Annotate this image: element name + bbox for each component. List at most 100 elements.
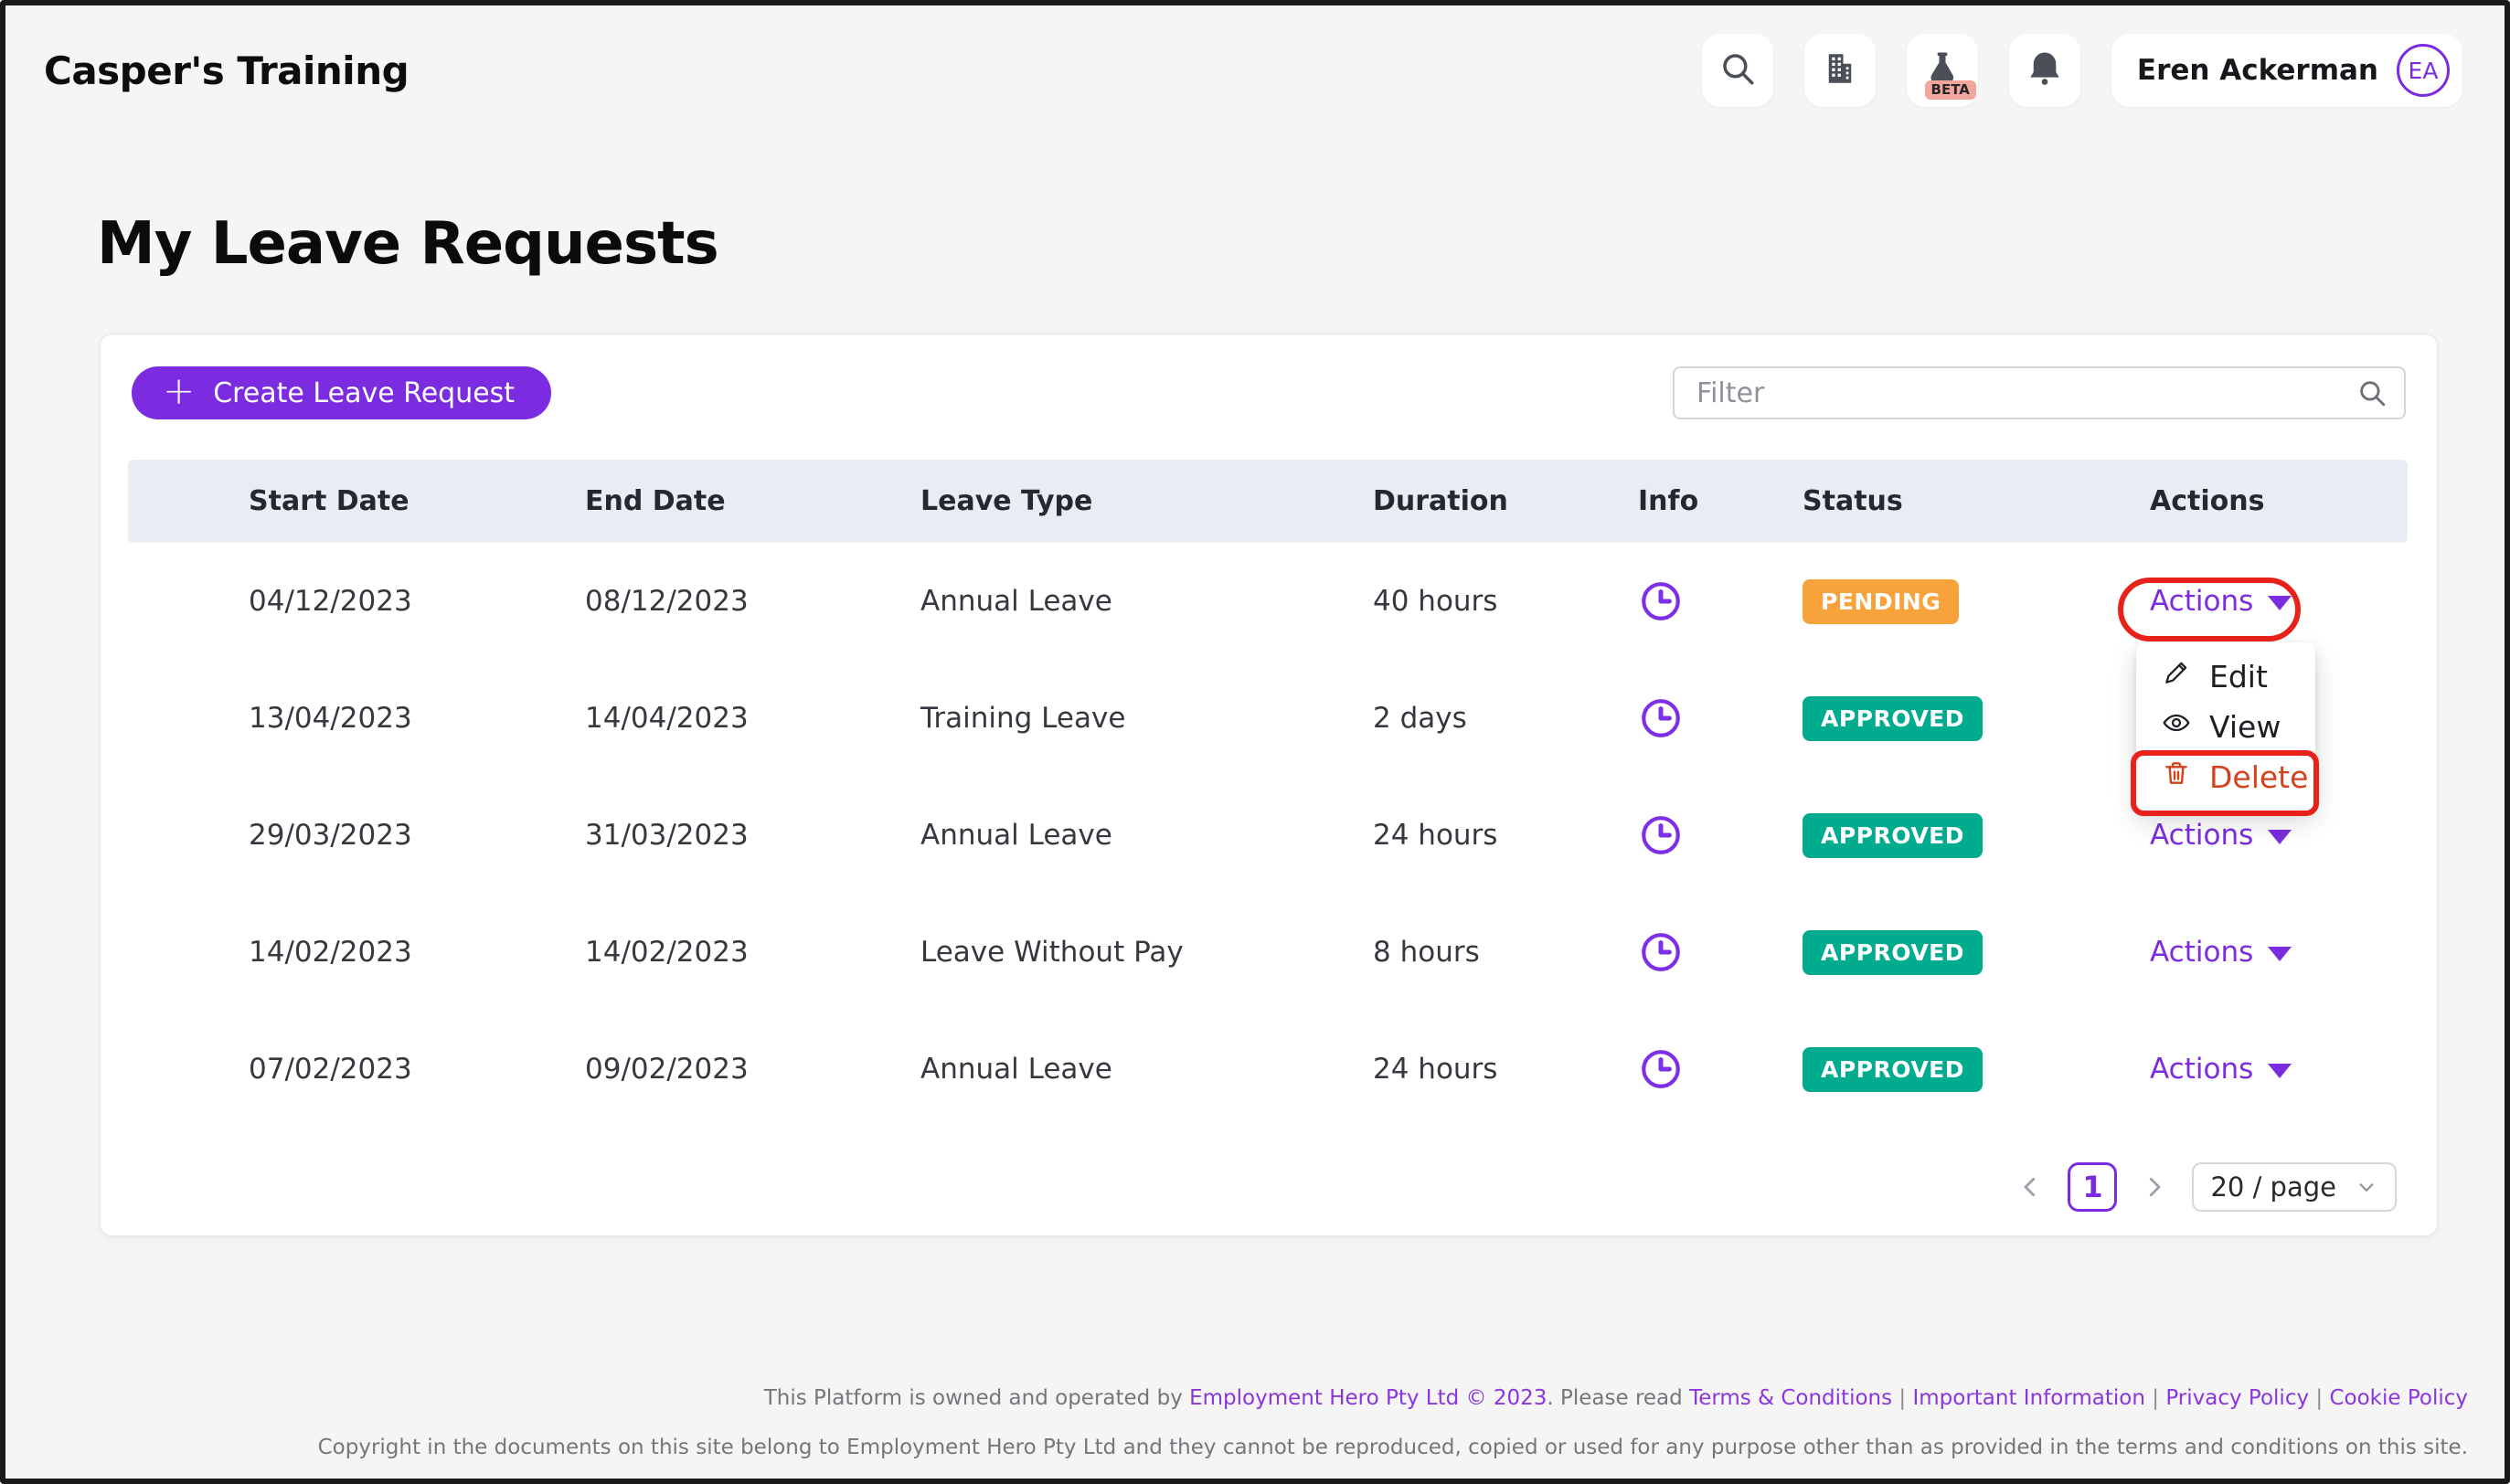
menu-item-label: View [2209, 709, 2281, 745]
column-header-actions: Actions [2150, 485, 2408, 517]
status-badge: APPROVED [1803, 813, 1983, 858]
top-bar: Casper's Training [44, 33, 2462, 108]
plus-icon: + [163, 372, 195, 410]
footer-link-company[interactable]: Employment Hero Pty Ltd © 2023 [1189, 1386, 1547, 1410]
footer-text: This Platform is owned and operated by [764, 1386, 1189, 1410]
menu-item-delete[interactable]: Delete [2136, 752, 2315, 801]
actions-label: Actions [2150, 936, 2253, 969]
chevron-down-icon [2268, 830, 2292, 844]
user-menu[interactable]: Eren Ackerman EA [2111, 34, 2462, 107]
table-row: 07/02/2023 09/02/2023 Annual Leave 24 ho… [128, 1011, 2408, 1128]
current-page-button[interactable]: 1 [2068, 1162, 2117, 1212]
status-badge: APPROVED [1803, 1047, 1983, 1092]
clock-info-icon[interactable] [1638, 812, 1803, 858]
building-icon [1821, 49, 1859, 91]
beta-badge: BETA [1925, 80, 1976, 100]
clock-info-icon[interactable] [1638, 695, 1803, 741]
status-badge: APPROVED [1803, 930, 1983, 975]
footer-separator: | [2309, 1386, 2329, 1410]
column-header-info: Info [1638, 485, 1803, 517]
cell-start-date: 04/12/2023 [249, 585, 585, 618]
footer-line-1: This Platform is owned and operated by E… [764, 1386, 2468, 1410]
clock-info-icon[interactable] [1638, 578, 1803, 624]
cell-duration: 24 hours [1373, 819, 1638, 852]
cell-leave-type: Annual Leave [920, 1053, 1373, 1086]
cell-end-date: 09/02/2023 [585, 1053, 920, 1086]
footer-separator: | [2145, 1386, 2165, 1410]
actions-dropdown-trigger[interactable]: Actions [2150, 585, 2292, 618]
cell-end-date: 14/02/2023 [585, 936, 920, 969]
cell-duration: 24 hours [1373, 1053, 1638, 1086]
column-header-end-date: End Date [585, 485, 920, 517]
cell-start-date: 13/04/2023 [249, 702, 585, 735]
chevron-down-icon [2268, 947, 2292, 961]
cell-duration: 40 hours [1373, 585, 1638, 618]
cell-start-date: 07/02/2023 [249, 1053, 585, 1086]
eye-icon [2162, 708, 2191, 745]
column-header-start-date: Start Date [249, 485, 585, 517]
pagination: 1 20 / page [2016, 1162, 2397, 1212]
menu-item-view[interactable]: View [2136, 702, 2315, 751]
search-icon [1718, 49, 1757, 91]
filter-container [1673, 366, 2406, 419]
footer-text: . Please read [1547, 1386, 1689, 1410]
column-header-duration: Duration [1373, 485, 1638, 517]
chevron-down-icon [2355, 1175, 2378, 1199]
status-badge: APPROVED [1803, 696, 1983, 741]
next-page-button[interactable] [2141, 1173, 2168, 1201]
cell-duration: 2 days [1373, 702, 1638, 735]
page-size-value: 20 / page [2210, 1171, 2336, 1203]
page-title: My Leave Requests [97, 210, 718, 278]
menu-item-edit[interactable]: Edit [2136, 652, 2315, 701]
column-header-status: Status [1803, 485, 2150, 517]
cell-end-date: 31/03/2023 [585, 819, 920, 852]
chevron-down-icon [2268, 1064, 2292, 1078]
cell-leave-type: Training Leave [920, 702, 1373, 735]
clock-info-icon[interactable] [1638, 1046, 1803, 1092]
clock-info-icon[interactable] [1638, 929, 1803, 975]
actions-dropdown-trigger[interactable]: Actions [2150, 819, 2292, 852]
menu-item-label: Delete [2209, 759, 2308, 795]
actions-label: Actions [2150, 1053, 2253, 1086]
leave-requests-card: + Create Leave Request Start Date End Da… [100, 334, 2438, 1236]
cell-duration: 8 hours [1373, 936, 1638, 969]
table-row: 29/03/2023 31/03/2023 Annual Leave 24 ho… [128, 777, 2408, 894]
user-name: Eren Ackerman [2137, 54, 2378, 87]
labs-beta-button[interactable]: BETA [1907, 34, 1978, 107]
column-header-leave-type: Leave Type [920, 485, 1373, 517]
status-badge: PENDING [1803, 579, 1959, 624]
footer-link-cookie-policy[interactable]: Cookie Policy [2329, 1386, 2468, 1410]
cell-leave-type: Leave Without Pay [920, 936, 1373, 969]
app-title: Casper's Training [44, 48, 409, 93]
chevron-down-icon [2268, 596, 2292, 610]
actions-dropdown-trigger[interactable]: Actions [2150, 936, 2292, 969]
notifications-button[interactable] [2009, 34, 2080, 107]
table-row: 14/02/2023 14/02/2023 Leave Without Pay … [128, 894, 2408, 1011]
page-size-select[interactable]: 20 / page [2192, 1162, 2397, 1212]
organisation-button[interactable] [1804, 34, 1876, 107]
filter-input[interactable] [1673, 366, 2406, 419]
table-row: 04/12/2023 08/12/2023 Annual Leave 40 ho… [128, 543, 2408, 660]
actions-label: Actions [2150, 819, 2253, 852]
footer-link-terms[interactable]: Terms & Conditions [1689, 1386, 1892, 1410]
actions-dropdown-trigger[interactable]: Actions [2150, 1053, 2292, 1086]
actions-dropdown-menu: Edit View Delete [2136, 642, 2315, 811]
create-leave-request-label: Create Leave Request [213, 377, 515, 409]
pencil-icon [2162, 658, 2191, 694]
avatar: EA [2397, 44, 2450, 97]
footer-separator: | [1892, 1386, 1912, 1410]
cell-start-date: 14/02/2023 [249, 936, 585, 969]
search-button[interactable] [1702, 34, 1773, 107]
previous-page-button[interactable] [2016, 1173, 2044, 1201]
trash-icon [2162, 758, 2191, 795]
footer: This Platform is owned and operated by E… [318, 1385, 2468, 1462]
footer-link-important-information[interactable]: Important Information [1912, 1386, 2144, 1410]
cell-end-date: 14/04/2023 [585, 702, 920, 735]
menu-item-label: Edit [2209, 659, 2268, 694]
cell-start-date: 29/03/2023 [249, 819, 585, 852]
bell-icon [2026, 49, 2064, 91]
footer-link-privacy-policy[interactable]: Privacy Policy [2165, 1386, 2309, 1410]
create-leave-request-button[interactable]: + Create Leave Request [132, 366, 551, 419]
footer-line-2: Copyright in the documents on this site … [318, 1435, 2468, 1462]
cell-end-date: 08/12/2023 [585, 585, 920, 618]
